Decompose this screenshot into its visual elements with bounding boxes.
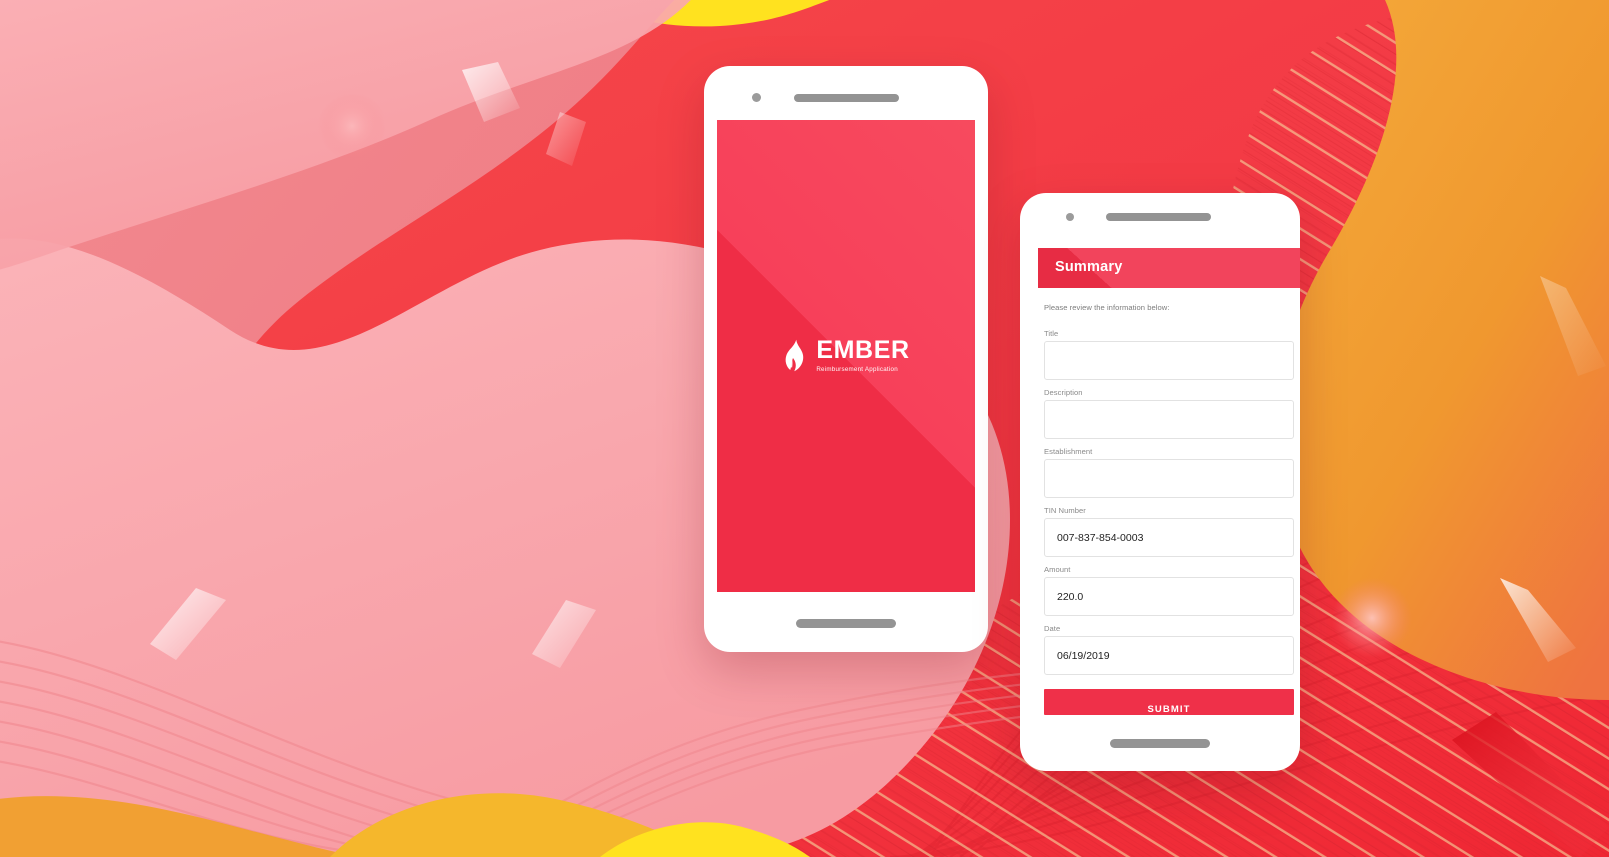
field-date: Date 06/19/2019 [1044,624,1294,675]
review-instruction: Please review the information below: [1044,303,1170,312]
field-value: 007-837-854-0003 [1057,531,1144,544]
splash-screen: EMBER Reimbursement Application [717,120,975,592]
field-value: 06/19/2019 [1057,649,1110,662]
title-input[interactable] [1044,341,1294,380]
field-title: Title [1044,329,1294,380]
field-establishment: Establishment [1044,447,1294,498]
promo-artwork: EMBER Reimbursement Application Summary … [0,0,1609,857]
summary-form: Please review the information below: Tit… [1044,303,1294,715]
field-tin-number: TIN Number 007-837-854-0003 [1044,506,1294,557]
field-label: Amount [1044,565,1071,574]
camera-dot [752,93,761,102]
ember-logo: EMBER Reimbursement Application [717,338,975,373]
speaker-grille [794,94,899,102]
submit-button[interactable]: SUBMIT [1044,689,1294,715]
flame-icon [785,339,804,372]
tin-number-input[interactable]: 007-837-854-0003 [1044,518,1294,557]
home-bar[interactable] [1110,739,1210,748]
field-label: Date [1044,624,1061,633]
ember-tagline: Reimbursement Application [816,366,898,373]
splash-phone: EMBER Reimbursement Application [704,66,988,652]
summary-phone: Summary Please review the information be… [1020,193,1300,771]
date-input[interactable]: 06/19/2019 [1044,636,1294,675]
field-label: Description [1044,388,1083,397]
establishment-input[interactable] [1044,459,1294,498]
camera-dot [1066,213,1074,221]
field-label: Establishment [1044,447,1093,456]
glow-circle [318,92,386,160]
speaker-grille [1106,213,1211,221]
field-amount: Amount 220.0 [1044,565,1294,616]
description-input[interactable] [1044,400,1294,439]
page-title: Summary [1055,259,1123,275]
glow-circle [1332,578,1412,658]
ember-logo-text: EMBER Reimbursement Application [816,338,909,373]
home-bar[interactable] [796,619,896,628]
app-bar: Summary [1038,248,1300,288]
field-label: TIN Number [1044,506,1086,515]
summary-screen: Summary Please review the information be… [1020,239,1300,727]
field-label: Title [1044,329,1059,338]
field-description: Description [1044,388,1294,439]
amount-input[interactable]: 220.0 [1044,577,1294,616]
field-value: 220.0 [1057,590,1084,603]
ember-wordmark: EMBER [816,336,910,364]
